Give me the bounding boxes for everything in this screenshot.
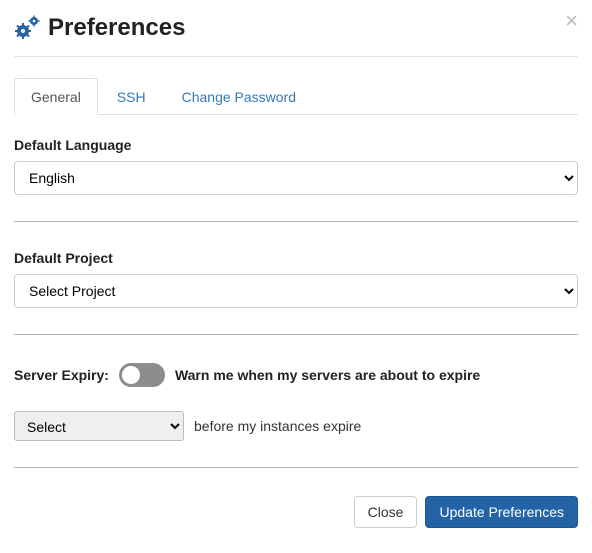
toggle-knob [122, 366, 140, 384]
expiry-duration-select[interactable]: Select [14, 411, 184, 441]
server-expiry-label: Server Expiry: [14, 367, 109, 383]
tab-ssh[interactable]: SSH [100, 78, 163, 115]
default-language-block: Default Language English [14, 137, 578, 222]
default-project-block: Default Project Select Project [14, 250, 578, 335]
warn-toggle[interactable] [119, 363, 165, 387]
modal-title: Preferences [48, 14, 185, 42]
default-project-select[interactable]: Select Project [14, 274, 578, 308]
tab-change-password[interactable]: Change Password [165, 78, 313, 115]
default-project-label: Default Project [14, 250, 578, 266]
default-language-label: Default Language [14, 137, 578, 153]
update-preferences-button[interactable]: Update Preferences [425, 496, 578, 528]
modal-footer: Close Update Preferences [14, 496, 578, 528]
warn-text: Warn me when my servers are about to exp… [175, 367, 480, 383]
default-language-select[interactable]: English [14, 161, 578, 195]
server-expiry-row: Server Expiry: Warn me when my servers a… [14, 363, 578, 387]
tab-panel-general: Default Language English Default Project… [14, 115, 578, 468]
close-button[interactable]: Close [354, 496, 418, 528]
tabs-nav: General SSH Change Password [14, 77, 578, 115]
expiry-suffix-text: before my instances expire [194, 418, 361, 434]
preferences-modal: Preferences × General SSH Change Passwor… [0, 0, 592, 548]
expiry-select-row: Select before my instances expire [14, 411, 578, 441]
close-icon[interactable]: × [565, 10, 578, 32]
modal-header: Preferences × [14, 14, 578, 57]
server-expiry-block: Server Expiry: Warn me when my servers a… [14, 363, 578, 468]
tab-general[interactable]: General [14, 78, 98, 115]
gears-icon [14, 15, 40, 41]
